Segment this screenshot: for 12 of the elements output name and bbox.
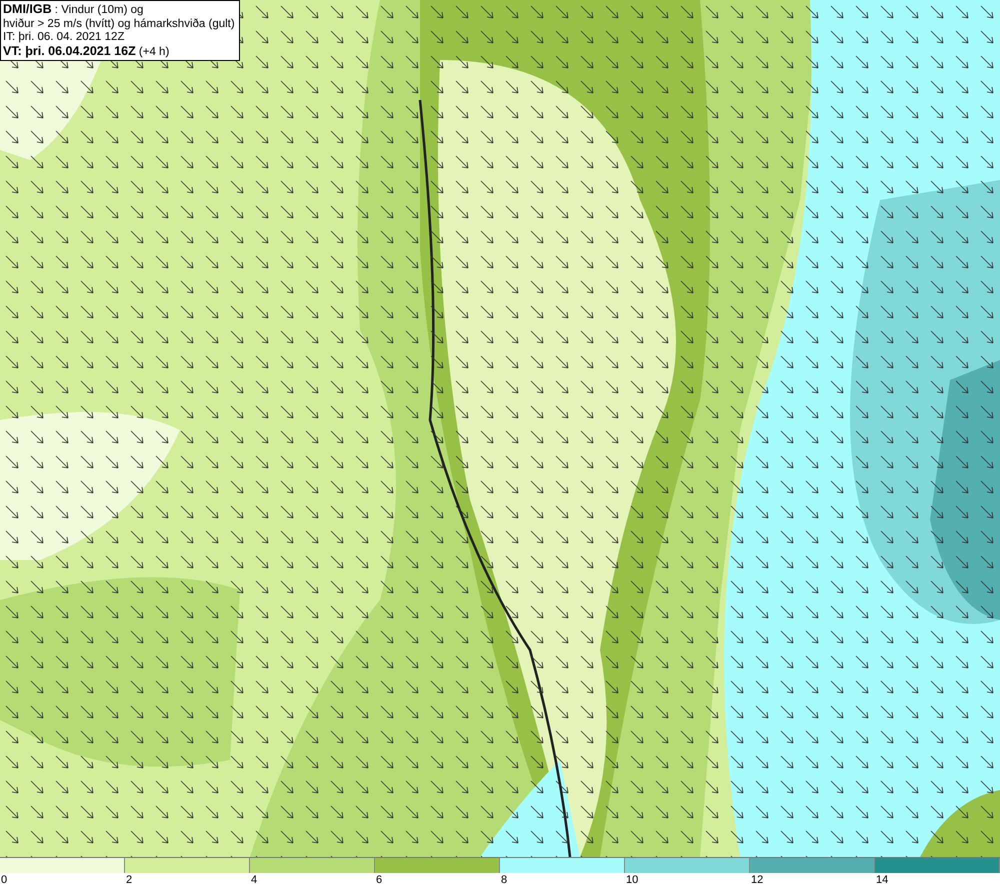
legend-label: 6 bbox=[376, 874, 382, 887]
legend-label: 4 bbox=[251, 874, 258, 887]
legend-label: 10 bbox=[626, 874, 638, 887]
legend-label: 2 bbox=[126, 874, 132, 887]
legend-label: 8 bbox=[501, 874, 508, 887]
caption-line: VT: þri. 06.04.2021 16Z (+4 h) bbox=[3, 44, 170, 59]
legend-label: 12 bbox=[751, 874, 764, 887]
caption-line: DMI/IGB : Vindur (10m) og bbox=[3, 3, 144, 18]
legend-label: 14 bbox=[876, 874, 888, 887]
legend-label: 0 bbox=[1, 874, 8, 887]
caption-line: IT: þri. 06. 04. 2021 12Z bbox=[3, 31, 126, 44]
caption-line: hviður > 25 m/s (hvítt) og hámarkshviða (gult) bbox=[3, 18, 235, 31]
